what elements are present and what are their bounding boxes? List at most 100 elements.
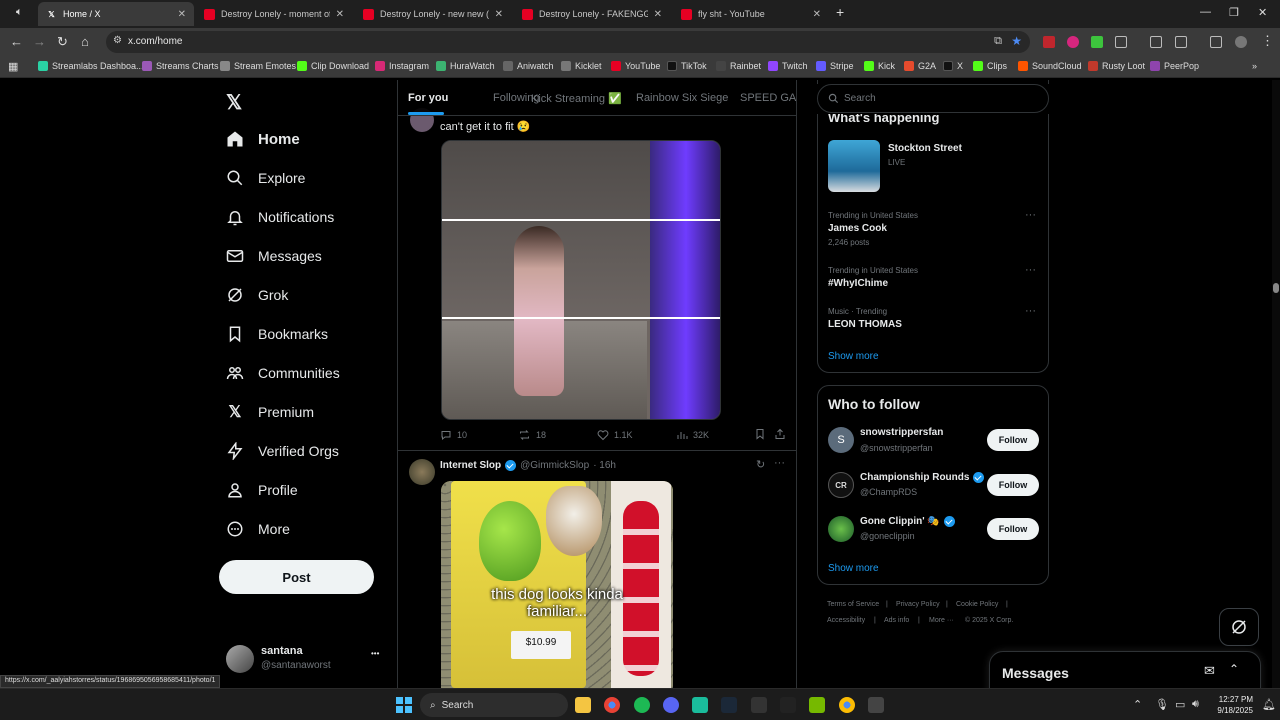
taskbar-search[interactable]: ⌕ Search xyxy=(420,693,568,717)
app-icon[interactable] xyxy=(780,697,796,713)
bookmark-item[interactable]: G2A xyxy=(904,61,936,71)
account-switcher[interactable]: santana @santanaworst ••• xyxy=(226,643,398,679)
reload-icon[interactable]: ↻ xyxy=(57,34,68,50)
scrollbar[interactable] xyxy=(1272,80,1280,688)
site-info-icon[interactable]: ⚙ xyxy=(113,35,122,46)
author-name[interactable]: Internet Slop xyxy=(440,460,501,471)
sidebar-item-communities[interactable]: Communities xyxy=(226,364,340,382)
media-icon[interactable] xyxy=(1210,36,1222,48)
bookmark-item[interactable]: TikTok xyxy=(667,61,707,71)
bookmark-item[interactable]: Streamlabs Dashboa... xyxy=(38,61,144,71)
tab-search-icon[interactable] xyxy=(1150,36,1162,48)
footer-link-more[interactable]: More ··· xyxy=(929,617,954,624)
apps-grid-icon[interactable]: ▦ xyxy=(8,60,18,73)
tab-audio-icon[interactable]: 🔈︎ xyxy=(16,6,23,19)
share-button[interactable] xyxy=(774,428,791,440)
grok-icon[interactable]: ↻ xyxy=(756,458,765,471)
bookmark-item[interactable]: Kick xyxy=(864,61,895,71)
tab-youtube-1[interactable]: Destroy Lonely - moment of sile ✕ xyxy=(196,2,352,26)
sidebar-item-explore[interactable]: Explore xyxy=(226,169,305,187)
scrollbar-thumb[interactable] xyxy=(1273,283,1279,293)
bookmark-item[interactable]: SoundCloud xyxy=(1018,61,1082,71)
live-title[interactable]: Stockton Street xyxy=(888,143,962,154)
microphone-icon[interactable]: 🎙︎ xyxy=(1155,698,1169,711)
like-button[interactable]: 1.1K xyxy=(597,429,633,441)
address-bar[interactable]: ⚙ x.com/home ⧉ ★ xyxy=(106,31,1030,53)
bookmark-item[interactable]: HuraWatch xyxy=(436,61,495,71)
show-more-link[interactable]: Show more xyxy=(828,563,879,574)
forward-icon[interactable]: → xyxy=(33,34,46,49)
sidebar-item-more[interactable]: More xyxy=(226,520,290,538)
avatar[interactable] xyxy=(409,459,435,485)
app-icon[interactable] xyxy=(868,697,884,713)
avatar[interactable]: CR xyxy=(828,472,854,498)
chrome-icon[interactable] xyxy=(839,697,855,713)
sidebar-item-notifications[interactable]: Notifications xyxy=(226,208,334,226)
install-app-icon[interactable]: ⧉ xyxy=(994,35,1002,48)
bookmark-button[interactable] xyxy=(754,428,771,440)
live-thumbnail[interactable] xyxy=(828,140,880,192)
repost-button[interactable]: 18 xyxy=(518,429,546,441)
bookmark-item[interactable]: Twitch xyxy=(768,61,808,71)
minimize-icon[interactable]: — xyxy=(1200,6,1211,18)
footer-link-privacy[interactable]: Privacy Policy xyxy=(896,601,940,608)
discord-icon[interactable] xyxy=(663,697,679,713)
more-icon[interactable]: ··· xyxy=(1025,305,1036,317)
close-icon[interactable]: ✕ xyxy=(813,9,821,20)
bookmark-item[interactable]: Clip Download xyxy=(297,61,369,71)
home-browser-icon[interactable]: ⌂ xyxy=(81,34,89,49)
search-input[interactable]: Search xyxy=(817,84,1049,113)
follow-button[interactable]: Follow xyxy=(987,518,1039,540)
extension-icon[interactable] xyxy=(1067,36,1079,48)
more-icon[interactable]: ··· xyxy=(1025,264,1036,276)
author-handle[interactable]: @GimmickSlop xyxy=(520,460,589,471)
messages-drawer[interactable]: Messages ✉ ⌃ xyxy=(989,651,1261,688)
grok-floating-button[interactable] xyxy=(1219,608,1259,646)
browser-menu-icon[interactable]: ⋮ xyxy=(1261,33,1274,49)
post-image[interactable] xyxy=(441,140,721,420)
tab-speed-gang[interactable]: SPEED GANG xyxy=(740,92,796,104)
footer-link-accessibility[interactable]: Accessibility xyxy=(827,617,865,624)
network-icon[interactable]: ▭ xyxy=(1175,698,1185,711)
bookmark-item[interactable]: X xyxy=(943,61,963,71)
bookmark-item[interactable]: Instagram xyxy=(375,61,429,71)
more-icon[interactable]: ··· xyxy=(774,457,785,469)
reply-button[interactable]: 10 xyxy=(440,429,467,441)
footer-link-terms[interactable]: Terms of Service xyxy=(827,601,879,608)
tab-youtube-4[interactable]: fly sht - YouTube ✕ xyxy=(673,2,829,26)
close-icon[interactable]: ✕ xyxy=(336,9,344,20)
bookmark-item[interactable]: Clips xyxy=(973,61,1007,71)
star-icon[interactable]: ★ xyxy=(1011,34,1022,48)
clock[interactable]: 12:27 PM 9/18/2025 xyxy=(1209,694,1253,716)
trend-name[interactable]: James Cook xyxy=(828,223,887,234)
tab-youtube-2[interactable]: Destroy Lonely - new new (Offi ✕ xyxy=(355,2,511,26)
bookmark-item[interactable]: Aniwatch xyxy=(503,61,554,71)
sidebar-item-grok[interactable]: Grok xyxy=(226,286,288,304)
trend-name[interactable]: #WhyIChime xyxy=(828,278,888,289)
x-logo-icon[interactable]: 𝕏 xyxy=(226,90,242,115)
profile-avatar-icon[interactable] xyxy=(1235,36,1247,48)
bookmark-item[interactable]: Kicklet xyxy=(561,61,602,71)
tray-overflow-icon[interactable]: ⌃ xyxy=(1133,698,1142,711)
views-button[interactable]: 32K xyxy=(676,429,709,441)
account-name-row[interactable]: Gone Clippin' 🎭 xyxy=(860,516,955,527)
tab-home-x[interactable]: 𝕏 Home / X ✕ xyxy=(38,2,194,26)
sidebar-item-messages[interactable]: Messages xyxy=(226,247,322,265)
side-panel-icon[interactable] xyxy=(1175,36,1187,48)
expand-icon[interactable]: ⌃ xyxy=(1229,662,1239,676)
notifications-icon[interactable]: 🔔︎ xyxy=(1262,698,1276,711)
bookmark-item[interactable]: Stream Emotes xyxy=(220,61,296,71)
follow-button[interactable]: Follow xyxy=(987,429,1039,451)
footer-link-ads-info[interactable]: Ads info xyxy=(884,617,909,624)
post-video[interactable]: this dog looks kinda familiar... $10.99 xyxy=(441,481,673,688)
bookmark-item[interactable]: Stripe xyxy=(816,61,854,71)
bookmark-item[interactable]: PeerPop xyxy=(1150,61,1199,71)
footer-link-cookie[interactable]: Cookie Policy xyxy=(956,601,998,608)
nvidia-icon[interactable] xyxy=(809,697,825,713)
account-name-row[interactable]: Championship Rounds xyxy=(860,472,985,483)
sidebar-item-bookmarks[interactable]: Bookmarks xyxy=(226,325,328,343)
trend-name[interactable]: LEON THOMAS xyxy=(828,319,902,330)
sidebar-item-premium[interactable]: 𝕏 Premium xyxy=(226,403,314,421)
sidebar-item-home[interactable]: Home xyxy=(226,130,300,148)
extension-icon[interactable] xyxy=(1091,36,1103,48)
